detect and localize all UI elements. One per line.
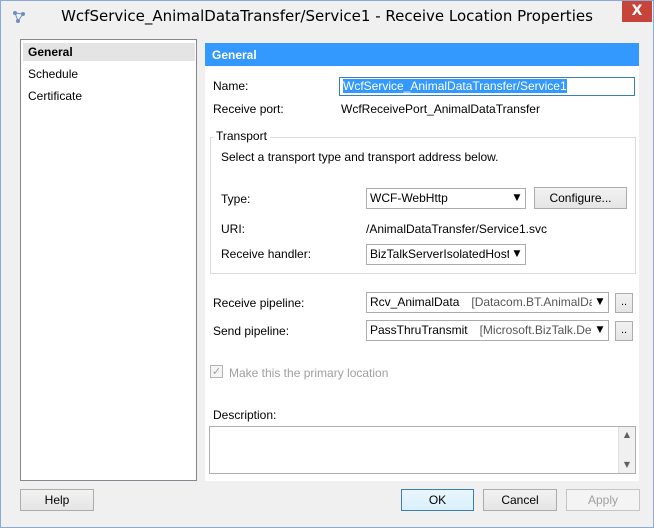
- receive-pipeline-name: Rcv_AnimalData: [370, 295, 460, 309]
- sidebar-item-certificate[interactable]: Certificate: [23, 87, 195, 105]
- receive-handler-value: BizTalkServerIsolatedHost: [370, 247, 511, 261]
- help-button[interactable]: Help: [20, 489, 94, 511]
- transport-description: Select a transport type and transport ad…: [221, 150, 499, 164]
- page-list: General Schedule Certificate: [20, 39, 197, 481]
- close-button[interactable]: X: [622, 1, 652, 22]
- scroll-down-icon[interactable]: ▼: [619, 457, 635, 473]
- general-panel: General Name: WcfService_AnimalDataTrans…: [205, 43, 639, 481]
- name-field[interactable]: WcfService_AnimalDataTransfer/Service1: [339, 77, 635, 96]
- send-pipeline-browse-button[interactable]: ..: [615, 321, 633, 341]
- window-title: WcfService_AnimalDataTransfer/Service1 -…: [61, 7, 593, 25]
- transport-type-value: WCF-WebHttp: [370, 191, 448, 205]
- send-pipeline-label: Send pipeline:: [213, 324, 290, 338]
- uri-value: /AnimalDataTransfer/Service1.svc: [366, 222, 547, 236]
- properties-dialog: WcfService_AnimalDataTransfer/Service1 -…: [0, 0, 654, 528]
- receive-port-value: WcfReceivePort_AnimalDataTransfer: [341, 102, 540, 116]
- send-pipeline-select[interactable]: PassThruTransmit [Microsoft.BizTalk.Defau…: [366, 320, 609, 341]
- sidebar-item-schedule[interactable]: Schedule: [23, 65, 195, 83]
- type-label: Type:: [221, 192, 251, 206]
- description-textarea[interactable]: ▲ ▼: [209, 426, 636, 474]
- transport-group-title: Transport: [213, 129, 270, 143]
- name-field-value: WcfService_AnimalDataTransfer/Service1: [343, 79, 567, 93]
- primary-location-label: Make this the primary location: [229, 366, 389, 380]
- send-pipeline-assembly: [Microsoft.BizTalk.Defau: [479, 323, 609, 337]
- description-scrollbar[interactable]: ▲ ▼: [618, 427, 635, 473]
- chevron-down-icon: ▼: [592, 321, 608, 340]
- sidebar-item-general[interactable]: General: [23, 43, 195, 61]
- cancel-button[interactable]: Cancel: [483, 489, 557, 511]
- ok-button[interactable]: OK: [401, 489, 474, 511]
- receive-port-label: Receive port:: [213, 102, 284, 116]
- receive-pipeline-label: Receive pipeline:: [213, 296, 305, 310]
- name-label: Name:: [213, 79, 249, 93]
- receive-handler-select[interactable]: BizTalkServerIsolatedHost ▼: [366, 244, 526, 265]
- apply-button[interactable]: Apply: [566, 489, 640, 511]
- send-pipeline-name: PassThruTransmit: [370, 323, 468, 337]
- description-label: Description:: [213, 408, 277, 422]
- receive-handler-label: Receive handler:: [221, 247, 312, 261]
- transport-type-select[interactable]: WCF-WebHttp ▼: [366, 188, 526, 209]
- primary-location-checkbox[interactable]: ✓: [210, 365, 223, 378]
- chevron-down-icon: ▼: [592, 293, 608, 312]
- scroll-up-icon[interactable]: ▲: [619, 427, 635, 443]
- title-bar: WcfService_AnimalDataTransfer/Service1 -…: [1, 1, 653, 33]
- receive-pipeline-browse-button[interactable]: ..: [615, 293, 633, 313]
- receive-pipeline-assembly: [Datacom.BT.AnimalData: [471, 295, 606, 309]
- configure-button[interactable]: Configure...: [534, 187, 627, 209]
- panel-header: General: [205, 43, 639, 66]
- receive-pipeline-select[interactable]: Rcv_AnimalData [Datacom.BT.AnimalData ▼: [366, 292, 609, 313]
- uri-label: URI:: [221, 222, 245, 236]
- chevron-down-icon: ▼: [509, 189, 525, 208]
- chevron-down-icon: ▼: [509, 245, 525, 264]
